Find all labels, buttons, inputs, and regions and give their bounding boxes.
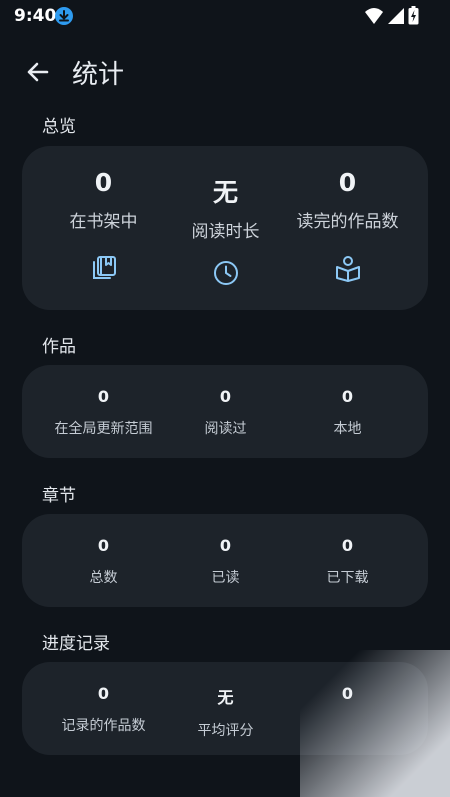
clock-icon [158,259,293,287]
works-item-read: 0 阅读过 [158,365,293,438]
progress-item-tracked: 0 记录的作品数 [36,662,171,735]
works-item-global-update: 0 在全局更新范围 [36,365,171,438]
works-value: 0 [97,387,110,406]
chapters-card: 0 总数 0 已读 0 已下载 [22,514,428,607]
overview-section-title: 总览 [42,117,76,137]
wifi-icon [365,8,383,24]
download-icon [55,7,73,25]
overview-item-read-time: 无 阅读时长 [158,146,293,287]
battery-icon [408,6,419,25]
overview-value: 无 [212,178,238,207]
book-read-icon [280,254,415,282]
chapters-label: 已下载 [326,570,369,586]
progress-item-third: 0 [280,662,415,715]
overview-value: 0 [94,168,113,197]
overview-label: 读完的作品数 [296,212,399,232]
overview-value: 0 [338,168,357,197]
back-button[interactable] [22,56,54,88]
works-item-local: 0 本地 [280,365,415,438]
progress-label: 平均评分 [197,723,254,739]
chapters-item-total: 0 总数 [36,514,171,587]
works-card: 0 在全局更新范围 0 阅读过 0 本地 [22,365,428,458]
chapters-label: 已读 [211,570,240,586]
progress-card: 0 记录的作品数 无 平均评分 0 [22,662,428,755]
works-value: 0 [219,387,232,406]
chapters-value: 0 [341,536,354,555]
status-time: 9:40 [14,6,57,26]
status-bar: 9:40 [0,0,450,34]
progress-label: 记录的作品数 [61,718,146,734]
bookshelf-icon [36,254,171,282]
progress-section-title: 进度记录 [42,634,110,654]
progress-value: 0 [97,684,110,703]
overview-item-library: 0 在书架中 [36,146,171,282]
overview-label: 阅读时长 [191,222,260,242]
progress-value: 无 [217,688,234,707]
chapters-value: 0 [219,536,232,555]
works-value: 0 [341,387,354,406]
chapters-value: 0 [97,536,110,555]
works-section-title: 作品 [42,337,76,357]
progress-item-average-score: 无 平均评分 [158,662,293,740]
overview-label: 在书架中 [69,212,138,232]
progress-value: 0 [341,684,354,703]
page-title: 统计 [72,60,125,90]
signal-icon [388,8,404,24]
works-label: 阅读过 [204,421,247,437]
chapters-section-title: 章节 [42,486,76,506]
arrow-back-icon [27,62,49,82]
app-bar: 统计 [0,48,450,96]
chapters-item-downloaded: 0 已下载 [280,514,415,587]
chapters-item-read: 0 已读 [158,514,293,587]
works-label: 本地 [333,421,362,437]
overview-card: 0 在书架中 无 阅读时长 0 读完的作品数 [22,146,428,310]
chapters-label: 总数 [89,570,118,586]
overview-item-completed: 0 读完的作品数 [280,146,415,282]
works-label: 在全局更新范围 [54,421,153,437]
